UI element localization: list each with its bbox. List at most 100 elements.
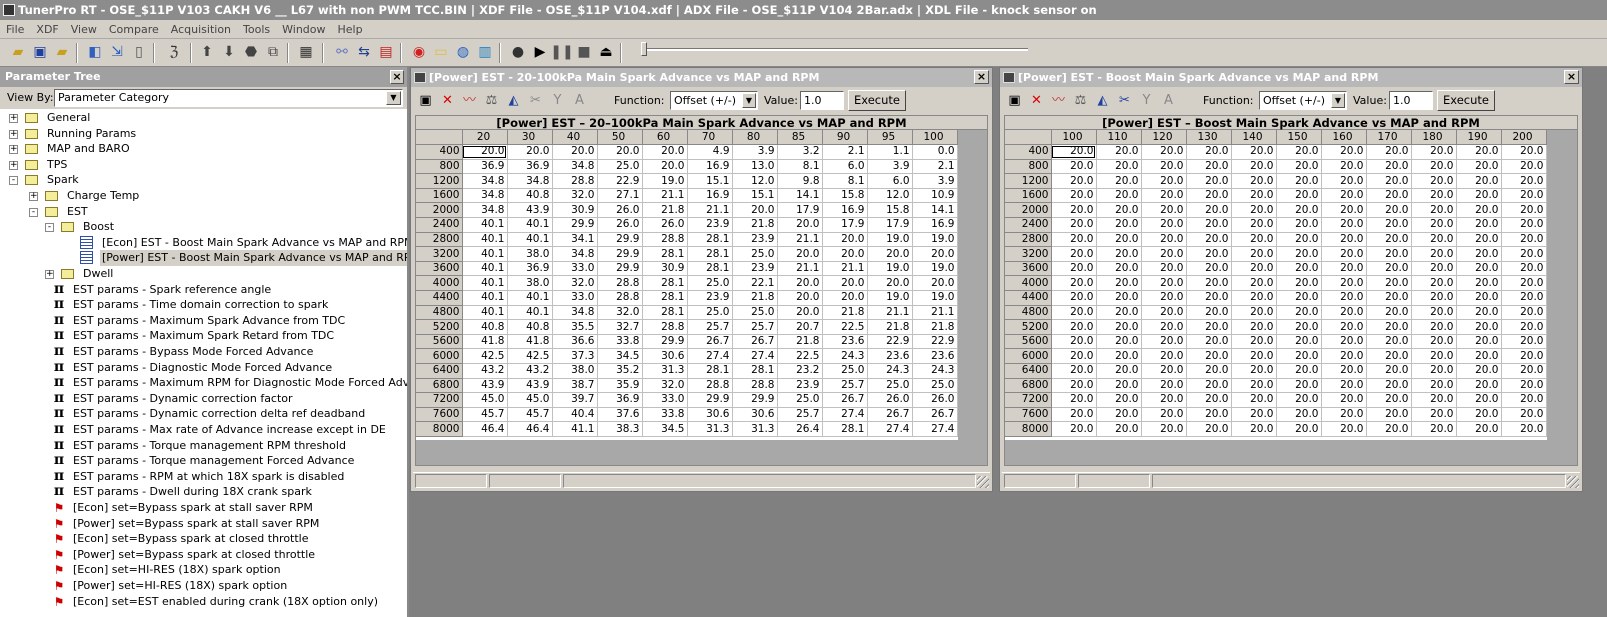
table-cell[interactable]: 20.0 [1186,363,1232,379]
table-cell[interactable]: 20.0 [1456,319,1502,335]
tree-node[interactable]: ⚑ [Econ] set=HI-RES (18X) spark option [0,562,407,578]
row-header[interactable]: 5600 [1005,334,1052,350]
tree-node[interactable]: π EST params - Diagnostic Mode Forced Adv… [0,360,407,376]
table-cell[interactable]: 27.4 [822,407,868,423]
column-header[interactable]: 200 [1501,130,1547,146]
tree-node[interactable]: ⚑ [Power] set=Bypass spark at closed thro… [0,547,407,563]
table-cell[interactable]: 20.0 [1501,392,1547,408]
function-select[interactable]: Offset (+/-) ▼ [670,91,758,110]
table-cell[interactable]: 20.0 [1231,188,1277,204]
tree-node[interactable]: π EST params - RPM at which 18X spark is … [0,469,407,485]
table-cell[interactable]: 20.0 [1141,232,1187,248]
table-cell[interactable]: 2.1 [912,159,958,175]
table-cell[interactable]: 34.8 [462,188,508,204]
table-cell[interactable]: 42.5 [462,348,508,364]
table-cell[interactable]: 20.0 [1276,407,1322,423]
interpolate-icon[interactable]: Y [549,92,566,109]
table-cell[interactable]: 28.1 [687,246,733,262]
table-cell[interactable]: 28.1 [687,363,733,379]
table-cell[interactable]: 20.0 [1366,144,1412,160]
table-cell[interactable]: 20.0 [1456,334,1502,350]
table-cell[interactable]: 28.8 [597,290,643,306]
table-cell[interactable]: 12.0 [732,173,778,189]
table-cell[interactable]: 20.0 [1141,261,1187,277]
row-header[interactable]: 4400 [416,290,463,306]
table-cell[interactable]: 40.1 [462,246,508,262]
table-cell[interactable]: 20.0 [1321,217,1367,233]
table-cell[interactable]: 20.0 [1411,202,1457,219]
table-cell[interactable]: 20.0 [1051,217,1097,233]
table-cell[interactable]: 43.9 [462,378,508,394]
table-cell[interactable]: 40.1 [462,305,508,321]
table-cell[interactable]: 25.0 [822,363,868,379]
row-header[interactable]: 6800 [416,378,463,394]
column-header[interactable]: 100 [1051,130,1097,146]
table-cell[interactable]: 20.0 [1141,217,1187,233]
open-folder-icon[interactable]: ▰ [9,43,27,61]
table-cell[interactable]: 20.0 [777,290,823,306]
table-cell[interactable]: 20.0 [1366,173,1412,189]
table-cell[interactable]: 20.0 [1186,421,1232,437]
table-cell[interactable]: 29.9 [597,232,643,248]
table-cell[interactable]: 20.0 [1051,144,1097,160]
table-cell[interactable]: 30.6 [732,407,778,423]
column-header[interactable]: 85 [777,130,823,146]
table-cell[interactable]: 31.3 [642,363,688,379]
table-cell[interactable]: 27.4 [687,348,733,364]
table-cell[interactable]: 30.9 [552,202,598,219]
table-cell[interactable]: 17.9 [777,202,823,219]
table-cell[interactable]: 20.0 [867,275,913,292]
table-cell[interactable]: 33.8 [597,334,643,350]
table-cell[interactable]: 28.8 [732,378,778,394]
table-cell[interactable]: 20.0 [1186,159,1232,175]
collapse-icon[interactable]: - [45,223,54,233]
table-cell[interactable]: 21.1 [777,232,823,248]
table-cell[interactable]: 20.0 [597,144,643,160]
table-cell[interactable]: 25.0 [732,246,778,262]
table-cell[interactable]: 36.9 [507,261,553,277]
table-cell[interactable]: 20.0 [1141,319,1187,335]
table-cell[interactable]: 20.0 [1051,305,1097,321]
table-cell[interactable]: 19.0 [912,261,958,277]
table-cell[interactable]: 33.0 [642,392,688,408]
table-cell[interactable]: 20.0 [1501,232,1547,248]
table-cell[interactable]: 8.1 [777,159,823,175]
table-cell[interactable]: 33.8 [642,407,688,423]
expand-icon[interactable]: + [9,145,18,155]
table-cell[interactable]: 20.0 [1051,421,1097,437]
table-cell[interactable]: 20.0 [1456,275,1502,292]
row-header[interactable]: 6000 [416,348,463,364]
table-cell[interactable]: 20.0 [1321,392,1367,408]
row-header[interactable]: 4800 [1005,305,1052,321]
table-cell[interactable]: 20.0 [1231,334,1277,350]
table-cell[interactable]: 20.0 [1141,159,1187,175]
row-header[interactable]: 800 [1005,159,1052,175]
table-cell[interactable]: 20.0 [1321,188,1367,204]
table-cell[interactable]: 20.0 [1141,173,1187,189]
table-cell[interactable]: 26.7 [867,407,913,423]
table-cell[interactable]: 20.0 [1501,159,1547,175]
table-cell[interactable]: 20.0 [1411,173,1457,189]
table-cell[interactable]: 20.0 [1096,173,1142,189]
table-cell[interactable]: 20.0 [1321,202,1367,219]
table-cell[interactable]: 20.0 [1366,363,1412,379]
expand-icon[interactable]: + [9,114,18,123]
table-cell[interactable]: 20.0 [1186,246,1232,262]
table-cell[interactable]: 40.8 [507,188,553,204]
table-cell[interactable]: 21.1 [867,305,913,321]
table-cell[interactable]: 20.0 [1186,261,1232,277]
table-cell[interactable]: 24.3 [867,363,913,379]
table-cell[interactable]: 20.0 [1276,202,1322,219]
table-cell[interactable]: 20.0 [1096,217,1142,233]
cut-icon[interactable]: ✂ [1116,92,1133,109]
table-cell[interactable]: 20.0 [867,246,913,262]
expand-icon[interactable]: + [9,160,18,170]
table-cell[interactable]: 20.0 [1141,144,1187,160]
function-select[interactable]: Offset (+/-) ▼ [1259,91,1347,110]
value-input[interactable]: 1.0 [1389,91,1433,110]
expand-icon[interactable]: + [9,129,18,139]
table-cell[interactable]: 25.7 [732,319,778,335]
column-header[interactable]: 100 [912,130,958,146]
table-cell[interactable]: 20.0 [1231,319,1277,335]
row-header[interactable]: 4000 [416,275,463,292]
